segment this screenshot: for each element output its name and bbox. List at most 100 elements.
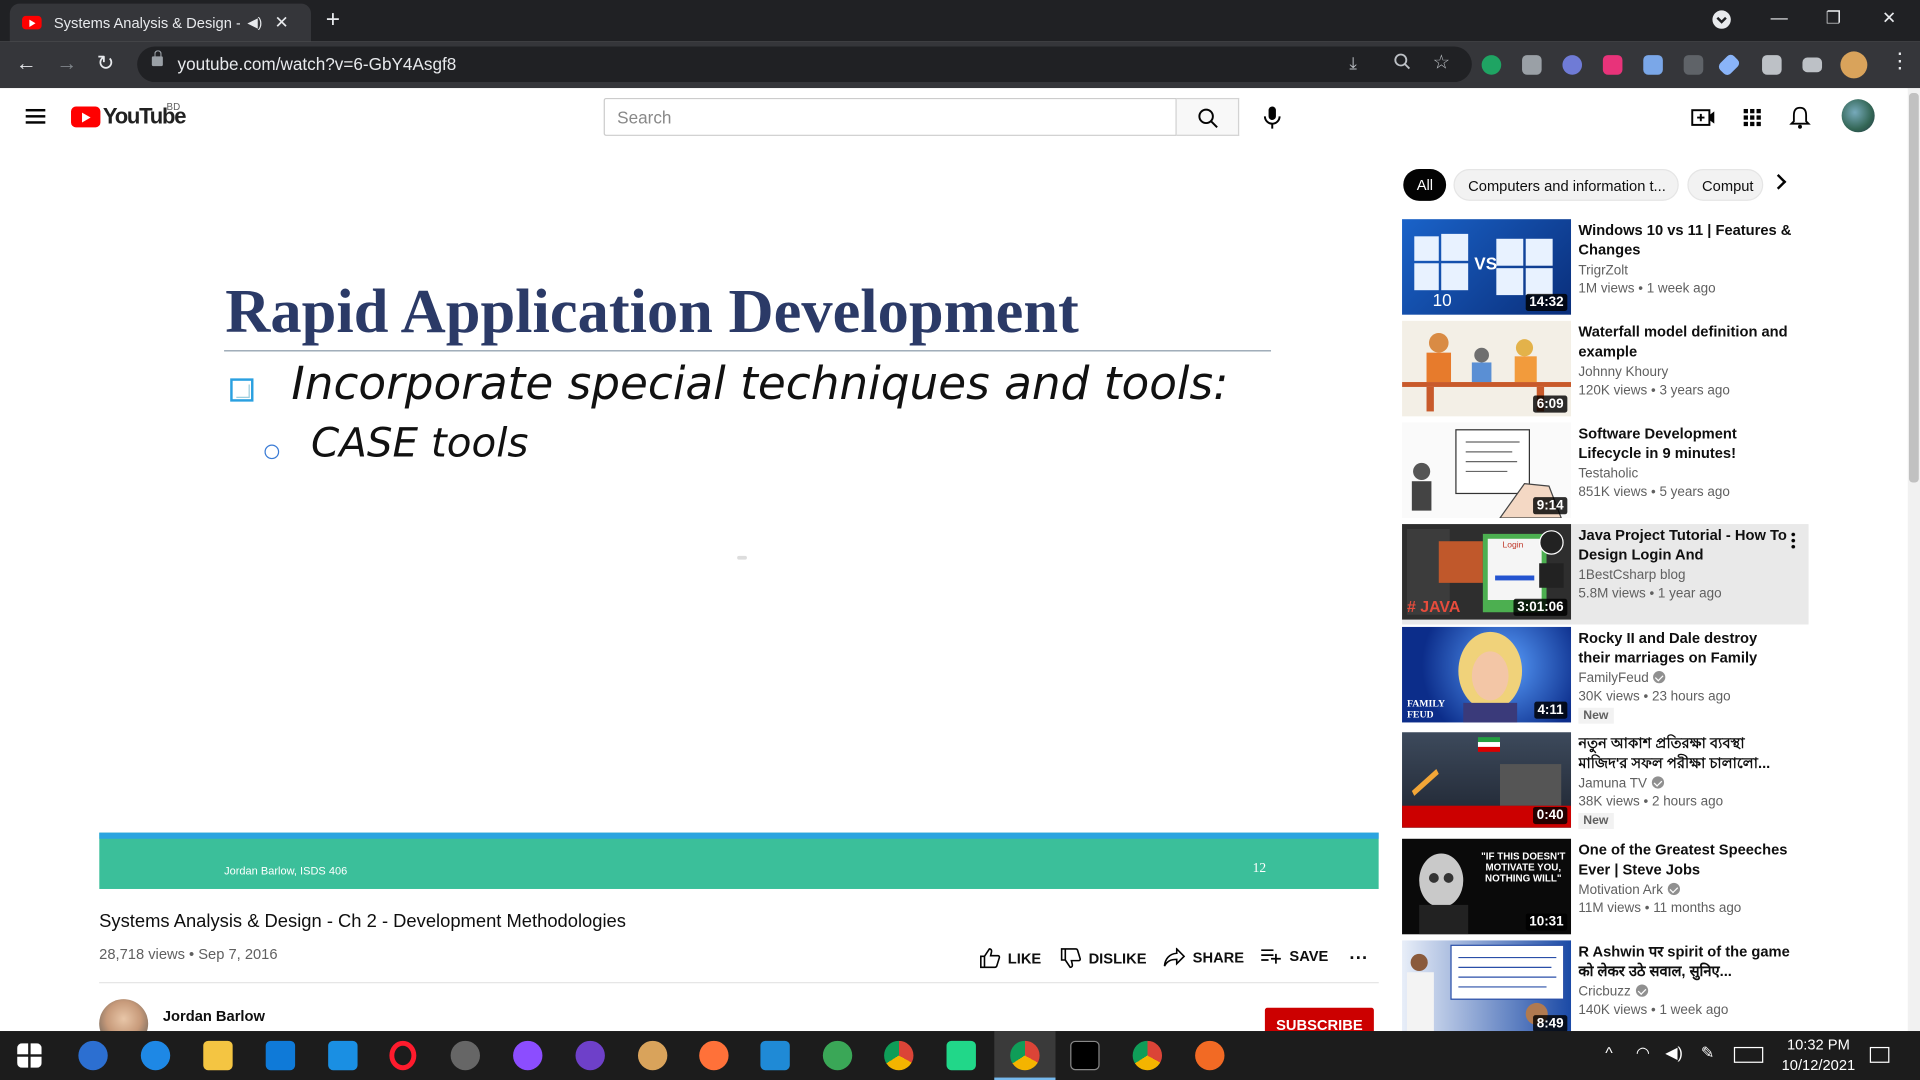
- notifications-bell-icon[interactable]: [1788, 105, 1812, 129]
- related-video-title[interactable]: Java Project Tutorial - How To Design Lo…: [1578, 525, 1792, 564]
- app-icon[interactable]: [822, 1040, 853, 1071]
- pen-extension-icon[interactable]: [1716, 52, 1742, 78]
- chrome-icon[interactable]: [884, 1040, 914, 1071]
- opera-icon[interactable]: [389, 1040, 417, 1071]
- youtube-logo-icon[interactable]: [71, 106, 101, 128]
- github-desktop-icon[interactable]: [575, 1040, 605, 1071]
- firefox-icon[interactable]: [699, 1040, 729, 1071]
- grammarly-extension-icon[interactable]: [1481, 55, 1502, 75]
- related-video-channel[interactable]: 1BestCsharp blog: [1578, 568, 1685, 583]
- back-icon[interactable]: ←: [16, 51, 37, 75]
- watch-later-icon[interactable]: [1539, 530, 1564, 555]
- pen-icon[interactable]: ✎: [1701, 1043, 1714, 1063]
- related-video[interactable]: FAMILY FEUD 4:11 Rocky II and Dale destr…: [1402, 626, 1809, 727]
- vscode-icon[interactable]: [760, 1040, 790, 1071]
- chrome-menu-icon[interactable]: ⋮: [1889, 49, 1910, 73]
- related-video-title[interactable]: নতুন আকাশ প্রতিরক্ষা ব্যবস্থা মাজিদ'র সফ…: [1578, 733, 1792, 772]
- download-extension-icon[interactable]: [1643, 55, 1663, 75]
- related-video[interactable]: 9:14 Software Development Lifecycle in 9…: [1402, 422, 1809, 522]
- related-video-channel[interactable]: Testaholic: [1578, 467, 1638, 482]
- related-video-channel[interactable]: Motivation Ark: [1578, 882, 1681, 898]
- system-clock[interactable]: 10:32 PM 10/12/2021: [1782, 1035, 1856, 1077]
- paint-icon[interactable]: [637, 1040, 668, 1071]
- video-thumbnail[interactable]: 0:40: [1402, 732, 1572, 828]
- mail-icon[interactable]: [328, 1040, 358, 1071]
- related-video-channel[interactable]: Jamuna TV: [1578, 776, 1665, 791]
- address-bar[interactable]: youtube.com/watch?v=6-GbY4Asgf8 ⤓ ☆: [137, 46, 1472, 83]
- related-video-title[interactable]: Software Development Lifecycle in 9 minu…: [1578, 424, 1792, 463]
- channel-name[interactable]: Jordan Barlow: [163, 1008, 265, 1025]
- action-center-icon[interactable]: [1869, 1046, 1890, 1063]
- window-close-icon[interactable]: ✕: [1882, 7, 1896, 28]
- related-video-title[interactable]: Rocky II and Dale destroy their marriage…: [1578, 628, 1792, 667]
- profile-avatar-icon[interactable]: [1840, 51, 1868, 79]
- video-thumbnail[interactable]: 9:14: [1402, 422, 1572, 518]
- forward-icon[interactable]: →: [56, 51, 77, 75]
- video-thumbnail[interactable]: VS 10 14:32: [1402, 219, 1572, 315]
- add-to-queue-icon[interactable]: [1539, 563, 1564, 588]
- search-input[interactable]: Search: [603, 97, 1177, 136]
- dislike-button[interactable]: DISLIKE: [1060, 948, 1147, 969]
- scrollbar-thumb[interactable]: [1908, 93, 1919, 483]
- video-thumbnail[interactable]: FAMILY FEUD 4:11: [1402, 626, 1572, 723]
- chevron-right-icon[interactable]: [1770, 174, 1787, 190]
- microphone-icon[interactable]: [1261, 105, 1283, 129]
- browser-tab[interactable]: Systems Analysis & Design - ◀) ✕: [9, 3, 312, 42]
- related-video-channel[interactable]: Cricbuzz: [1578, 984, 1648, 999]
- extension-icon[interactable]: [1562, 55, 1583, 75]
- related-video[interactable]: 0:40 নতুন আকাশ প্রতিরক্ষা ব্যবস্থা মাজিদ…: [1402, 732, 1809, 832]
- zoom-icon[interactable]: [1393, 53, 1411, 74]
- create-video-icon[interactable]: [1691, 105, 1715, 129]
- related-video-title[interactable]: One of the Greatest Speeches Ever | Stev…: [1578, 840, 1792, 879]
- related-video-hovered[interactable]: Login # JAVA 3:01:06 Java Project Tutori…: [1402, 524, 1809, 625]
- chrome-icon[interactable]: [1010, 1040, 1040, 1071]
- save-button[interactable]: SAVE: [1260, 948, 1328, 965]
- speaker-icon[interactable]: ◀): [247, 15, 262, 31]
- video-thumbnail[interactable]: 6:09: [1402, 320, 1572, 417]
- qbittorrent-icon[interactable]: [78, 1040, 108, 1071]
- extensions-puzzle-icon[interactable]: [1762, 55, 1782, 75]
- edge-legacy-icon[interactable]: [140, 1040, 171, 1071]
- chip-all[interactable]: All: [1403, 168, 1447, 201]
- extension-icon[interactable]: [1683, 55, 1704, 75]
- related-video-title[interactable]: Waterfall model definition and example: [1578, 322, 1792, 361]
- related-video[interactable]: 6:09 Waterfall model definition and exam…: [1402, 320, 1809, 421]
- chrome-profile-icon[interactable]: [1132, 1040, 1163, 1071]
- share-button[interactable]: SHARE: [1163, 947, 1244, 968]
- tab-search-icon[interactable]: [1712, 10, 1732, 33]
- url-text[interactable]: youtube.com/watch?v=6-GbY4Asgf8: [178, 54, 457, 74]
- page-scrollbar[interactable]: [1907, 88, 1920, 1032]
- reload-icon[interactable]: ↻: [97, 51, 114, 75]
- maximize-icon[interactable]: ❐: [1826, 7, 1841, 28]
- related-video-channel[interactable]: FamilyFeud: [1578, 671, 1666, 686]
- menu-icon[interactable]: [25, 108, 46, 124]
- related-video[interactable]: "IF THIS DOESN'T MOTIVATE YOU, NOTHING W…: [1402, 838, 1809, 939]
- like-button[interactable]: LIKE: [980, 948, 1041, 969]
- related-video-title[interactable]: Windows 10 vs 11 | Features & Changes: [1578, 220, 1792, 259]
- video-player[interactable]: Rapid Application Development Incorporat…: [99, 168, 1379, 889]
- related-video[interactable]: 8:49 R Ashwin पर spirit of the game को ल…: [1402, 940, 1809, 1040]
- account-avatar[interactable]: [1841, 99, 1875, 133]
- app-icon[interactable]: [1195, 1040, 1225, 1071]
- more-options-icon[interactable]: [1791, 531, 1796, 549]
- file-explorer-icon[interactable]: [203, 1040, 233, 1071]
- search-button[interactable]: [1176, 97, 1240, 136]
- app-icon[interactable]: [450, 1040, 481, 1071]
- camera-extension-icon[interactable]: [1522, 55, 1542, 75]
- related-video-title[interactable]: R Ashwin पर spirit of the game को लेकर उ…: [1578, 942, 1792, 981]
- minimize-icon[interactable]: —: [1771, 7, 1788, 27]
- close-tab-icon[interactable]: ✕: [274, 12, 288, 33]
- install-icon[interactable]: ⤓: [1349, 53, 1357, 74]
- windows-start-icon[interactable]: [17, 1043, 42, 1068]
- microsoft-store-icon[interactable]: [265, 1040, 296, 1071]
- messenger-icon[interactable]: [513, 1040, 543, 1071]
- related-video-channel[interactable]: Johnny Khoury: [1578, 365, 1668, 380]
- play-extension-icon[interactable]: [1602, 55, 1623, 75]
- related-video-channel[interactable]: TrigrZolt: [1578, 263, 1628, 278]
- video-thumbnail[interactable]: 8:49: [1402, 940, 1572, 1036]
- related-video[interactable]: VS 10 14:32 Windows 10 vs 11 | Features …: [1402, 219, 1809, 319]
- tray-chevron-icon[interactable]: ^: [1605, 1043, 1612, 1061]
- wifi-icon[interactable]: ◠: [1636, 1043, 1650, 1063]
- new-tab-button[interactable]: +: [326, 6, 340, 34]
- more-actions-button[interactable]: ...: [1349, 943, 1368, 964]
